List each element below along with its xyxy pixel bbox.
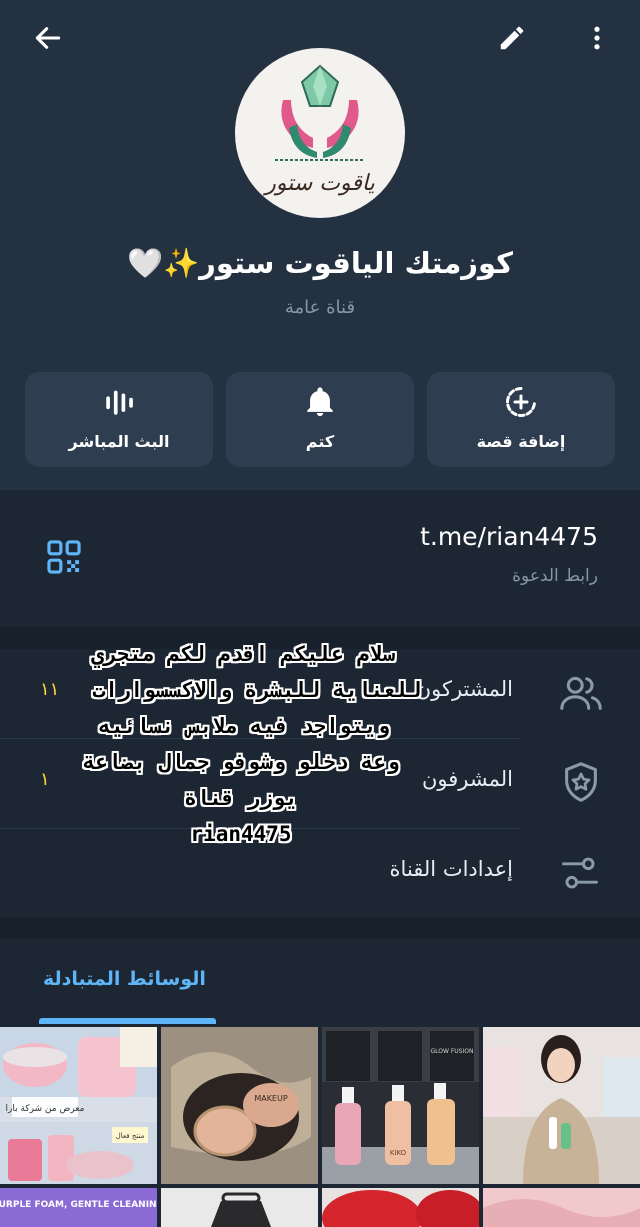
overlay-line: وعة دخلو وشوفو جمال بضاعة <box>82 750 400 774</box>
invite-link-caption: رابط الدعوة <box>512 566 598 586</box>
pink-product-photo <box>483 1188 640 1227</box>
channel-type: قناة عامة <box>284 297 356 318</box>
shield-star-icon <box>565 762 597 802</box>
thumb-line-text: GLOW FUSION <box>431 1048 474 1055</box>
users-icon <box>560 676 602 710</box>
thumb-sticker-text: معرض من شركة بارا <box>6 1104 85 1114</box>
live-stream-button[interactable]: البث المباشر <box>25 372 213 467</box>
compact-powder-photo: MAKEUP <box>161 1027 318 1184</box>
overlay-line: سلام عليكم اقدم لكم متجري <box>91 642 395 666</box>
admins-label: المشرفون <box>421 767 513 791</box>
admins-count: ١ <box>40 769 50 790</box>
glow-serum-bottles-photo: GLOW FUSION KIKO <box>322 1027 479 1184</box>
bag-photo <box>161 1188 318 1227</box>
bell-icon <box>307 387 333 417</box>
live-stream-icon <box>106 390 133 415</box>
thumb-brand-text: KIKO <box>390 1149 407 1157</box>
section-separator <box>0 917 640 939</box>
qr-code-button[interactable] <box>45 538 83 580</box>
back-arrow-icon <box>35 27 61 49</box>
red-product-photo <box>322 1188 479 1227</box>
purple-foam-banner: PURPLE FOAM, GENTLE CLEANING <box>0 1188 157 1227</box>
channel-settings-label: إعدادات القناة <box>389 857 513 881</box>
channel-logo: ياقوت ستور <box>262 64 375 196</box>
thumb-banner-text: PURPLE FOAM, GENTLE CLEANING <box>0 1200 157 1210</box>
tab-shared-media[interactable]: الوسائط المتبادلة <box>43 968 206 990</box>
more-options-button[interactable] <box>573 14 621 62</box>
media-thumbnail[interactable]: PURPLE FOAM, GENTLE CLEANING <box>0 1188 157 1227</box>
media-thumbnail[interactable] <box>483 1027 640 1184</box>
live-stream-label: البث المباشر <box>68 432 170 451</box>
overlay-line: يوزر قناة <box>184 786 298 810</box>
qr-code-icon <box>47 540 81 574</box>
thumb-badge-text: منتج فعال <box>116 1132 145 1140</box>
invite-link-section[interactable] <box>0 490 640 627</box>
invite-link-url[interactable]: t.me/rian4475 <box>420 522 598 551</box>
add-story-label: إضافة قصة <box>476 432 566 451</box>
add-story-button[interactable]: إضافة قصة <box>427 372 615 467</box>
mute-label: كتم <box>305 432 335 451</box>
channel-title: كوزمتك الياقوت ستور✨🤍 <box>126 246 514 280</box>
logo-text: ياقوت ستور <box>262 171 374 196</box>
channel-avatar[interactable]: ياقوت ستور <box>235 48 405 218</box>
media-thumbnail[interactable]: معرض من شركة بارا منتج فعال <box>0 1027 157 1184</box>
back-button[interactable] <box>24 14 72 62</box>
overlay-line: للعناية للبشرة والاكسسوارات <box>92 678 422 702</box>
tab-indicator <box>39 1018 216 1024</box>
media-thumbnail[interactable] <box>322 1188 479 1227</box>
more-vertical-icon <box>594 26 600 50</box>
media-thumbnail[interactable]: GLOW FUSION KIKO <box>322 1027 479 1184</box>
add-story-icon <box>506 387 536 417</box>
skincare-jars-photo: معرض من شركة بارا منتج فعال <box>0 1027 157 1184</box>
edit-button[interactable] <box>488 14 536 62</box>
media-thumbnail[interactable] <box>161 1188 318 1227</box>
promo-overlay-text: سلام عليكم اقدم لكم متجري للعناية للبشرة… <box>50 636 421 852</box>
mute-button[interactable]: كتم <box>226 372 414 467</box>
media-thumbnail[interactable] <box>483 1188 640 1227</box>
thumb-product-text: MAKEUP <box>254 1094 288 1103</box>
settings-sliders-icon <box>562 857 598 889</box>
model-with-skincare-photo <box>483 1027 640 1184</box>
media-thumbnail[interactable]: MAKEUP <box>161 1027 318 1184</box>
overlay-line: rian4475 <box>190 822 292 846</box>
overlay-line: ويتواجد فيه ملابس نسائيه <box>98 714 390 738</box>
pencil-icon <box>500 26 524 50</box>
